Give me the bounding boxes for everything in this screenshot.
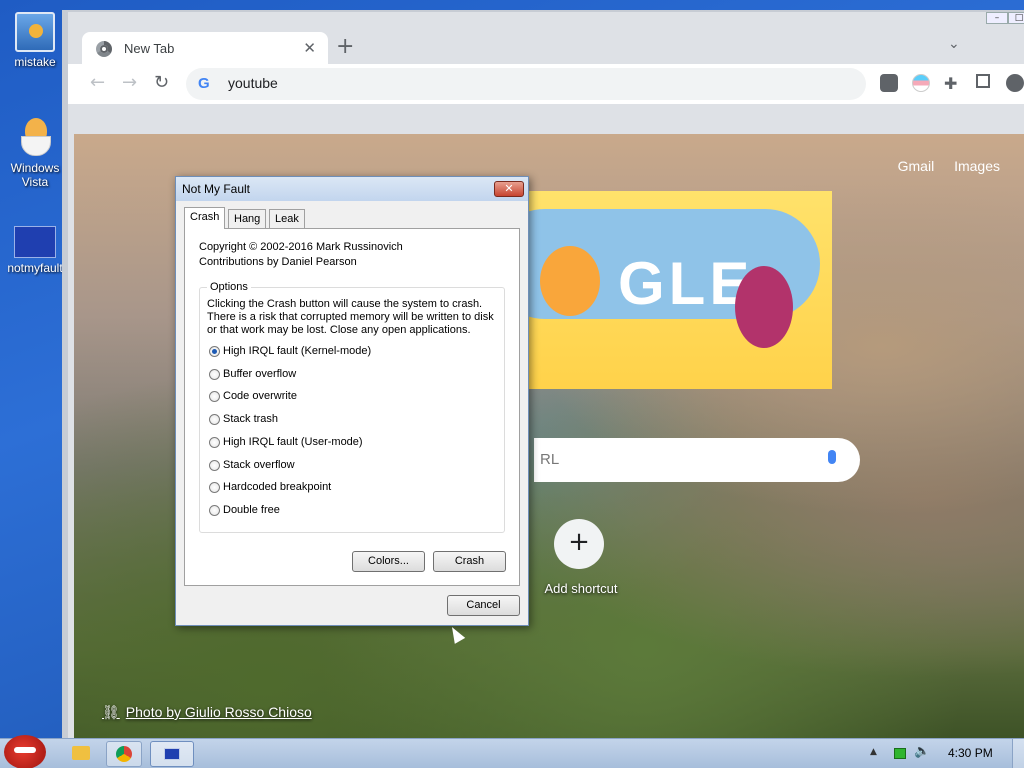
radio-indicator [209, 460, 220, 471]
plus-icon: + [568, 527, 590, 557]
cancel-button[interactable]: Cancel [447, 595, 520, 616]
radio-indicator [209, 369, 220, 380]
taskbar: ▲ 🔈 4:30 PM [0, 735, 1024, 768]
not-my-fault-dialog: Not My Fault ✕ Crash Hang Leak Copyright… [175, 176, 529, 626]
forward-icon[interactable]: → [122, 72, 137, 93]
images-link[interactable]: Images [954, 158, 1000, 174]
bluescreen-icon [14, 226, 56, 258]
start-button[interactable] [4, 735, 46, 768]
tab-crash[interactable]: Crash [184, 207, 226, 229]
desktop-icon-windows-vista[interactable]: Windows Vista [0, 118, 70, 189]
radio-label: Code overwrite [223, 390, 297, 402]
copyright-text: Copyright © 2002-2016 Mark Russinovich [199, 241, 403, 253]
reload-icon[interactable]: ↻ [154, 72, 169, 93]
desktop-icon-label: mistake [14, 55, 56, 69]
network-icon[interactable] [894, 748, 906, 759]
folder-icon [72, 746, 90, 760]
radio-label: Buffer overflow [223, 368, 297, 380]
warning-line-2: There is a risk that corrupted memory wi… [207, 311, 494, 323]
doodle-letters: GLE [618, 250, 754, 317]
doodle-plum [735, 266, 793, 348]
dialog-title: Not My Fault [182, 182, 251, 196]
new-tab-button[interactable]: + [336, 36, 354, 58]
colors-button[interactable]: Colors... [352, 551, 425, 572]
maximize-button[interactable]: □ [1008, 12, 1024, 24]
tab-hang[interactable]: Hang [228, 209, 267, 229]
radio-label: Double free [223, 504, 280, 516]
chevron-down-icon[interactable]: ⌄ [948, 36, 960, 52]
tab-leak[interactable]: Leak [269, 209, 305, 229]
volume-icon[interactable]: 🔈 [914, 744, 930, 759]
radio-indicator [209, 346, 220, 357]
tab-title: New Tab [124, 41, 175, 56]
options-group-label: Options [207, 281, 251, 293]
taskbar-explorer-button[interactable] [66, 741, 96, 767]
desktop-icon-label: notmyfault [7, 261, 63, 275]
show-desktop-button[interactable] [1012, 739, 1024, 768]
photo-credit-link[interactable]: ⛓ Photo by Giulio Rosso Chioso [102, 704, 312, 721]
ntp-top-links: Gmail Images [882, 158, 1000, 174]
close-tab-icon[interactable]: ✕ [303, 39, 316, 57]
chrome-icon [116, 746, 132, 762]
minimize-button[interactable]: – [986, 12, 1008, 24]
google-icon: G [198, 75, 210, 92]
add-shortcut-label: Add shortcut [544, 581, 618, 596]
crash-tab-panel: Copyright © 2002-2016 Mark Russinovich C… [184, 228, 520, 586]
radio-indicator [209, 437, 220, 448]
contributions-text: Contributions by Daniel Pearson [199, 256, 357, 268]
doodle-play-shape [540, 246, 600, 316]
egg-icon [15, 118, 55, 158]
dialog-close-button[interactable]: ✕ [494, 181, 524, 197]
address-input[interactable]: youtube [228, 75, 278, 91]
warning-line-1: Clicking the Crash button will cause the… [207, 298, 483, 310]
ublock-icon[interactable] [880, 74, 898, 92]
desktop-icon-mistake[interactable]: mistake [0, 12, 70, 69]
radio-label: Stack overflow [223, 459, 295, 471]
profile-icon[interactable] [1006, 74, 1024, 92]
radio-label: High IRQL fault (User-mode) [223, 436, 363, 448]
photo-credit-text: Photo by Giulio Rosso Chioso [125, 704, 312, 720]
radio-indicator [209, 414, 220, 425]
chrome-icon [96, 41, 112, 57]
radio-label: Hardcoded breakpoint [223, 481, 332, 493]
taskbar-notmyfault-button[interactable] [150, 741, 194, 767]
crash-button[interactable]: Crash [433, 551, 506, 572]
address-bar[interactable]: G youtube [186, 68, 866, 100]
computer-icon [15, 12, 55, 52]
radio-label: Stack trash [223, 413, 279, 425]
radio-indicator [209, 391, 220, 402]
dialog-title-bar[interactable]: Not My Fault ✕ [176, 177, 528, 201]
back-icon[interactable]: ← [90, 72, 105, 93]
radio-indicator [209, 505, 220, 516]
tray-clock[interactable]: 4:30 PM [948, 746, 993, 760]
browser-toolbar: ← → ↻ G youtube ✚ [68, 64, 1024, 104]
microphone-icon[interactable] [828, 450, 836, 464]
side-panel-icon[interactable] [976, 74, 990, 88]
desktop-icon-notmyfault[interactable]: notmyfault [0, 226, 70, 275]
desktop-icon-label: Windows Vista [10, 161, 60, 189]
radio-indicator [209, 482, 220, 493]
tab-strip: New Tab ✕ + ⌄ – □ [68, 12, 1024, 66]
warning-line-3: or that work may be lost. Close any open… [207, 324, 471, 336]
taskbar-chrome-button[interactable] [106, 741, 142, 767]
google-doodle[interactable]: GLE [510, 191, 832, 389]
extension-flag-icon[interactable] [912, 74, 930, 92]
ntp-search-box[interactable]: RL [534, 438, 860, 482]
gmail-link[interactable]: Gmail [898, 158, 935, 174]
tab-new-tab[interactable]: New Tab ✕ [82, 32, 328, 66]
link-icon: ⛓ [102, 704, 120, 720]
puzzle-icon[interactable]: ✚ [944, 74, 962, 93]
bluescreen-icon [164, 748, 180, 760]
radio-label: High IRQL fault (Kernel-mode) [223, 345, 372, 357]
tray-expand-icon[interactable]: ▲ [870, 747, 877, 757]
search-placeholder: RL [540, 451, 560, 468]
add-shortcut-button[interactable]: + [554, 519, 604, 569]
